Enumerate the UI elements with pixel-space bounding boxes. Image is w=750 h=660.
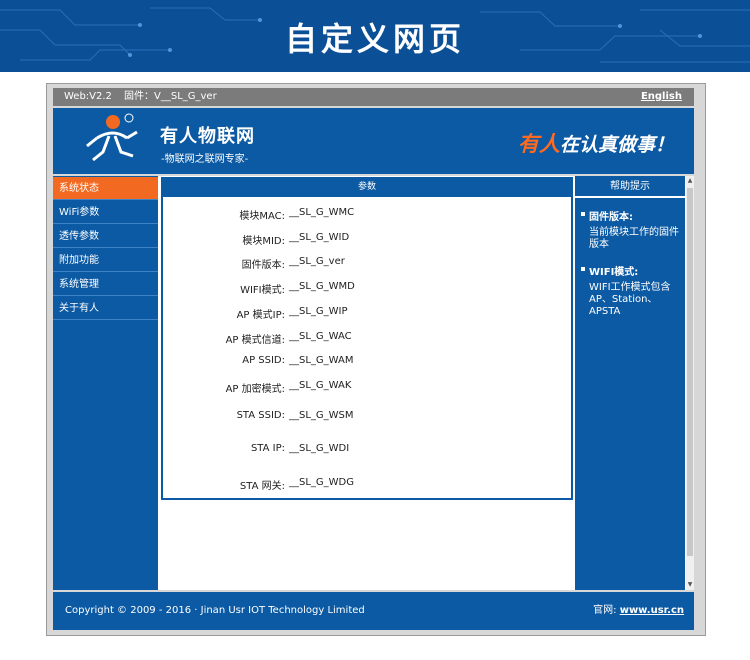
param-value: __SL_G_WAK <box>289 380 352 391</box>
help-panel: 帮助提示 固件版本: 当前模块工作的固件版本 WIFI模式: WIFI工作模式包… <box>575 176 685 590</box>
param-row: AP 模式IP: __SL_G_WIP <box>163 306 571 321</box>
param-label: AP 模式信道: <box>225 335 285 346</box>
brand-tagline: -物联网之联网专家- <box>161 154 249 165</box>
page-heading: 自定义网页 <box>284 20 465 58</box>
param-label: AP SSID: <box>242 355 285 366</box>
param-label: AP 模式IP: <box>236 310 285 321</box>
help-heading-firmware: 固件版本: <box>579 208 681 223</box>
sidebar-item-wifi-params[interactable]: WiFi参数 <box>53 201 158 224</box>
params-panel: 模块MAC: __SL_G_WMC 模块MID: __SL_G_WID 固件版本: _… <box>161 197 573 500</box>
param-value: __SL_G_WAM <box>289 355 354 366</box>
slogan: 有人在认真做事！ <box>518 128 674 158</box>
help-text-firmware: 当前模块工作的固件版本 <box>589 227 679 250</box>
sidebar-item-about[interactable]: 关于有人 <box>53 297 158 320</box>
copyright-text: Copyright © 2009 - 2016 · Jinan Usr IOT … <box>65 605 365 616</box>
vertical-scrollbar[interactable]: ▲ ▼ <box>686 176 694 590</box>
param-row: AP SSID: __SL_G_WAM <box>163 355 571 369</box>
sidebar-item-extra-functions[interactable]: 附加功能 <box>53 249 158 272</box>
help-heading-wifi-mode: WIFI模式: <box>579 263 681 278</box>
scroll-up-arrow-icon[interactable]: ▲ <box>686 176 694 186</box>
usr-logo-icon <box>86 113 138 162</box>
param-label: WIFI模式: <box>240 285 285 296</box>
scroll-down-arrow-icon[interactable]: ▼ <box>686 580 694 590</box>
main-body: 系统状态 WiFi参数 透传参数 附加功能 系统管理 关于有人 参数 模块MAC… <box>53 176 694 590</box>
param-label: 模块MAC: <box>239 211 285 222</box>
param-row: WIFI模式: __SL_G_WMD <box>163 281 571 296</box>
param-label: 模块MID: <box>242 236 285 247</box>
param-label: AP 加密模式: <box>225 384 285 395</box>
param-row: AP 模式信道: __SL_G_WAC <box>163 331 571 346</box>
param-label: STA SSID: <box>236 410 285 421</box>
firmware-version: 固件：V__SL_G_ver <box>124 91 217 102</box>
web-version: Web:V2.2 <box>64 91 112 102</box>
param-row: 模块MID: __SL_G_WID <box>163 232 571 247</box>
site-footer: Copyright © 2009 - 2016 · Jinan Usr IOT … <box>53 592 694 630</box>
param-label: STA 网关: <box>239 481 285 492</box>
sidebar-nav: 系统状态 WiFi参数 透传参数 附加功能 系统管理 关于有人 <box>53 176 158 590</box>
param-value: __SL_G_WMD <box>289 281 355 292</box>
param-label: 固件版本: <box>241 260 285 271</box>
param-row: AP 加密模式: __SL_G_WAK <box>163 380 571 395</box>
brand-name: 有人物联网 <box>160 126 255 147</box>
param-row: STA 网关: __SL_G_WDG <box>163 477 571 492</box>
param-value: __SL_G_WDG <box>289 477 355 488</box>
site-label: 官网: <box>593 605 617 616</box>
param-row: 固件版本: __SL_G_ver <box>163 256 571 271</box>
param-row: STA IP: __SL_G_WDI <box>163 443 571 457</box>
slogan-accent: 有人 <box>517 132 560 156</box>
sidebar-item-system-status[interactable]: 系统状态 <box>53 177 158 200</box>
params-title: 参数 <box>161 177 573 197</box>
param-value: __SL_G_WMC <box>289 207 355 218</box>
page-banner: 自定义网页 <box>0 0 750 72</box>
help-text-wifi-mode: WIFI工作模式包含AP、Station、APSTA <box>589 282 671 317</box>
help-content: 固件版本: 当前模块工作的固件版本 WIFI模式: WIFI工作模式包含AP、S… <box>575 198 685 318</box>
param-value: __SL_G_WSM <box>289 410 354 421</box>
english-link[interactable]: English <box>641 88 682 106</box>
param-value: __SL_G_WAC <box>289 331 352 342</box>
param-label: STA IP: <box>250 443 285 454</box>
param-row: STA SSID: __SL_G_WSM <box>163 410 571 424</box>
top-bar: Web:V2.2 固件：V__SL_G_ver English <box>53 88 694 106</box>
site-link[interactable]: www.usr.cn <box>620 605 684 616</box>
param-value: __SL_G_WID <box>289 232 350 243</box>
help-title: 帮助提示 <box>575 176 685 198</box>
param-row: 模块MAC: __SL_G_WMC <box>163 207 571 222</box>
sidebar-item-system-management[interactable]: 系统管理 <box>53 273 158 296</box>
param-value: __SL_G_WDI <box>289 443 350 454</box>
scroll-thumb[interactable] <box>687 188 693 556</box>
slogan-text: 在认真做事！ <box>559 134 674 156</box>
site-header: 有人物联网 -物联网之联网专家- 有人在认真做事！ <box>53 108 694 174</box>
param-value: __SL_G_WIP <box>289 306 348 317</box>
official-site: 官网: www.usr.cn <box>593 592 684 630</box>
param-value: __SL_G_ver <box>289 256 345 267</box>
sidebar-item-transparent-params[interactable]: 透传参数 <box>53 225 158 248</box>
